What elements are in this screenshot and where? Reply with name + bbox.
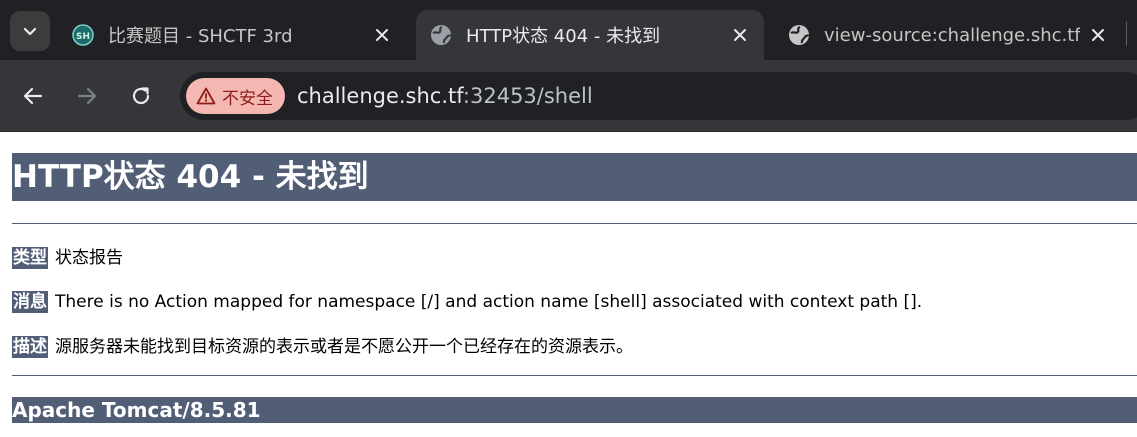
- message-row: 消息 There is no Action mapped for namespa…: [12, 291, 922, 313]
- tab-title: 比赛题目 - SHCTF 3rd: [108, 26, 293, 47]
- tab-strip: SH 比赛题目 - SHCTF 3rd HTTP状态 404 - 未找到 vie…: [0, 0, 1137, 60]
- arrow-right-icon: [77, 87, 97, 105]
- divider: [12, 375, 1137, 376]
- browser-toolbar: 不安全 challenge.shc.tf:32453/shell: [0, 60, 1137, 132]
- forward-button[interactable]: [71, 80, 103, 112]
- tab-shctf[interactable]: SH 比赛题目 - SHCTF 3rd: [58, 10, 406, 60]
- address-bar[interactable]: 不安全 challenge.shc.tf:32453/shell: [180, 72, 1137, 120]
- type-value: 状态报告: [55, 248, 123, 268]
- warning-icon: [196, 87, 216, 105]
- reload-button[interactable]: [125, 80, 157, 112]
- tab-title: HTTP状态 404 - 未找到: [466, 26, 661, 47]
- tab-separator: [1126, 22, 1127, 46]
- close-icon[interactable]: [372, 25, 392, 45]
- security-indicator[interactable]: 不安全: [186, 78, 285, 114]
- reload-icon: [132, 87, 150, 105]
- site-favicon-icon: SH: [72, 24, 94, 46]
- url-text[interactable]: challenge.shc.tf:32453/shell: [297, 84, 593, 108]
- globe-icon: [431, 25, 452, 45]
- security-label: 不安全: [222, 88, 273, 109]
- tab-view-source[interactable]: view-source:challenge.shc.tf:3: [774, 10, 1122, 60]
- message-label: 消息: [12, 291, 48, 313]
- description-value: 源服务器未能找到目标资源的表示或者是不愿公开一个已经存在的资源表示。: [55, 337, 633, 357]
- server-info: Apache Tomcat/8.5.81: [12, 397, 1137, 423]
- globe-icon: [789, 25, 810, 45]
- type-row: 类型 状态报告: [12, 247, 123, 269]
- tab-title: view-source:challenge.shc.tf:3: [824, 24, 1080, 46]
- page-content: HTTP状态 404 - 未找到 类型 状态报告 消息 There is no …: [0, 132, 1137, 437]
- url-path: :32453/shell: [462, 84, 593, 108]
- divider: [12, 223, 1137, 224]
- back-button[interactable]: [17, 80, 49, 112]
- tab-http-404[interactable]: HTTP状态 404 - 未找到: [416, 10, 764, 60]
- type-label: 类型: [12, 247, 48, 269]
- tab-search-button[interactable]: [10, 11, 50, 51]
- description-row: 描述 源服务器未能找到目标资源的表示或者是不愿公开一个已经存在的资源表示。: [12, 336, 633, 358]
- message-value: There is no Action mapped for namespace …: [55, 292, 923, 312]
- url-host: challenge.shc.tf: [297, 84, 463, 108]
- close-icon[interactable]: [1088, 25, 1108, 45]
- page-title: HTTP状态 404 - 未找到: [12, 153, 1137, 201]
- arrow-left-icon: [23, 87, 43, 105]
- description-label: 描述: [12, 336, 48, 358]
- close-icon[interactable]: [730, 25, 750, 45]
- chevron-down-icon: [23, 27, 37, 36]
- svg-text:SH: SH: [76, 32, 90, 42]
